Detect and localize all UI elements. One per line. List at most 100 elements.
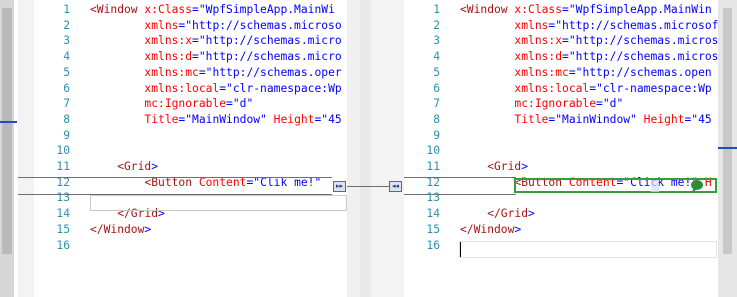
- line-number: 13: [56, 191, 70, 205]
- code-line: mc:Ignorable="d": [460, 96, 623, 112]
- previous-difference-button[interactable]: ◂◂: [389, 181, 402, 192]
- line-number: 7: [433, 97, 440, 111]
- code-token: Title: [460, 112, 549, 126]
- line-number: 11: [426, 160, 440, 173]
- line-number: 6: [433, 81, 440, 95]
- code-token: "http://schemas.microsof: [555, 18, 718, 32]
- code-line: Title="MainWindow" Height="45: [460, 112, 712, 128]
- code-token: =: [562, 3, 569, 16]
- code-token: "http://schemas.micros: [568, 34, 718, 48]
- line-number: 1: [63, 3, 70, 16]
- code-line: mc:Ignorable="d": [90, 96, 253, 112]
- left-editor-pane[interactable]: 1 2 3 4 5 6 7 8 9 10 11 12 13 14 15 16 <Window x:Class=…: [34, 0, 347, 297]
- code-token: "http://schemas.micro: [198, 34, 342, 48]
- code-token: "http://schemas.oper: [205, 65, 342, 79]
- code-line: xmlns:local="clr-namespace:Wp: [460, 81, 711, 97]
- center-splitter[interactable]: [360, 0, 371, 297]
- code-line: xmlns:local="clr-namespace:Wp: [90, 81, 342, 97]
- right-diff-highlight: [514, 178, 717, 193]
- line-number: 2: [433, 18, 440, 32]
- line-number: 9: [63, 128, 70, 142]
- code-token: =: [568, 65, 576, 79]
- left-overview-marker: [0, 121, 17, 123]
- code-token: "http://schemas.microso: [185, 18, 342, 32]
- code-token: "MainWindow": [555, 112, 637, 126]
- code-token: x:Class: [137, 3, 193, 16]
- code-token: xmlns:mc: [460, 65, 569, 79]
- line-number: 11: [56, 160, 70, 173]
- left-vertical-scrollbar[interactable]: [347, 0, 360, 297]
- code-token: xmlns:d: [90, 50, 193, 64]
- line-number: 4: [433, 50, 440, 64]
- line-number: 3: [433, 34, 440, 48]
- code-line: <Window x:Class="WpfSimpleApp.MainWin: [460, 2, 712, 18]
- code-line: </Window>: [90, 222, 151, 238]
- code-token: </Window: [460, 222, 515, 236]
- code-token: xmlns: [460, 18, 549, 32]
- code-token: mc:Ignorable: [460, 97, 597, 111]
- right-overview-marker: [718, 147, 737, 149]
- left-overview-thumb[interactable]: [2, 8, 12, 254]
- line-number: 4: [63, 50, 70, 64]
- code-line: <Grid>: [460, 159, 528, 175]
- code-token: "WpfSimpleApp.MainWin: [568, 3, 712, 16]
- code-token: "45: [691, 112, 712, 126]
- code-token: "http://schemas.micro: [198, 50, 342, 64]
- line-number: 5: [63, 65, 70, 79]
- code-token: "clr-namespace:Wp: [226, 81, 342, 95]
- code-token: "http://schemas.micros: [568, 50, 718, 64]
- code-token: "http://schemas.open: [575, 65, 712, 79]
- right-scroll-thumb[interactable]: [723, 8, 732, 254]
- line-number: 13: [426, 191, 440, 205]
- line-number: 9: [433, 128, 440, 142]
- left-gutter: [18, 0, 34, 297]
- right-vertical-scrollbar[interactable]: [718, 0, 737, 297]
- right-gutter: [371, 0, 404, 297]
- code-token: </Grid: [460, 207, 529, 221]
- line-number: 2: [63, 18, 70, 32]
- next-difference-button[interactable]: ▸▸: [333, 181, 346, 192]
- code-token: =: [198, 65, 206, 79]
- line-number: 15: [56, 222, 70, 236]
- code-line: <Window x:Class="WpfSimpleApp.MainWi: [90, 2, 335, 18]
- code-token: >: [144, 222, 152, 236]
- line-number: 15: [426, 222, 440, 236]
- line-number: 16: [426, 238, 440, 252]
- line-number: 5: [433, 65, 440, 79]
- code-line: xmlns:mc="http://schemas.oper: [90, 65, 342, 81]
- code-token: </Window: [90, 222, 145, 236]
- code-line: xmlns:x="http://schemas.micro: [90, 33, 342, 49]
- code-token: "d": [232, 97, 254, 111]
- code-token: x:Class: [507, 3, 563, 16]
- code-token: =: [226, 97, 233, 111]
- code-line: xmlns:x="http://schemas.micros: [460, 33, 718, 49]
- line-number: 6: [63, 81, 70, 95]
- right-diff-connector-top: [404, 177, 516, 178]
- left-empty-line-box: [90, 195, 347, 211]
- code-token: "WpfSimpleApp.MainWi: [198, 3, 335, 16]
- code-token: =: [562, 34, 569, 48]
- code-token: =: [192, 3, 199, 16]
- diff-bridge-line: [347, 186, 391, 187]
- code-line: Title="MainWindow" Height="45: [90, 112, 341, 128]
- code-line: <Grid>: [90, 159, 158, 175]
- code-token: <Window: [90, 3, 138, 16]
- code-line: xmlns:mc="http://schemas.open: [460, 65, 712, 81]
- line-number: 8: [433, 112, 440, 126]
- code-line: </Grid>: [460, 206, 535, 222]
- line-number: 10: [426, 144, 440, 158]
- code-token: xmlns: [90, 18, 179, 32]
- comment-bubble-icon[interactable]: [690, 178, 704, 193]
- code-token: Height: [636, 112, 685, 126]
- line-number: 1: [433, 3, 440, 16]
- code-token: xmlns:local: [90, 81, 220, 95]
- current-line-highlight: [459, 241, 717, 258]
- code-token: =: [596, 97, 603, 111]
- code-token: >: [151, 160, 159, 173]
- code-token: mc:Ignorable: [90, 97, 227, 111]
- code-token: >: [528, 207, 535, 221]
- left-overview-margin[interactable]: [0, 0, 14, 297]
- code-token: <Window: [460, 3, 508, 16]
- code-token: xmlns:x: [460, 34, 563, 48]
- left-diff-connector-top: [18, 177, 332, 178]
